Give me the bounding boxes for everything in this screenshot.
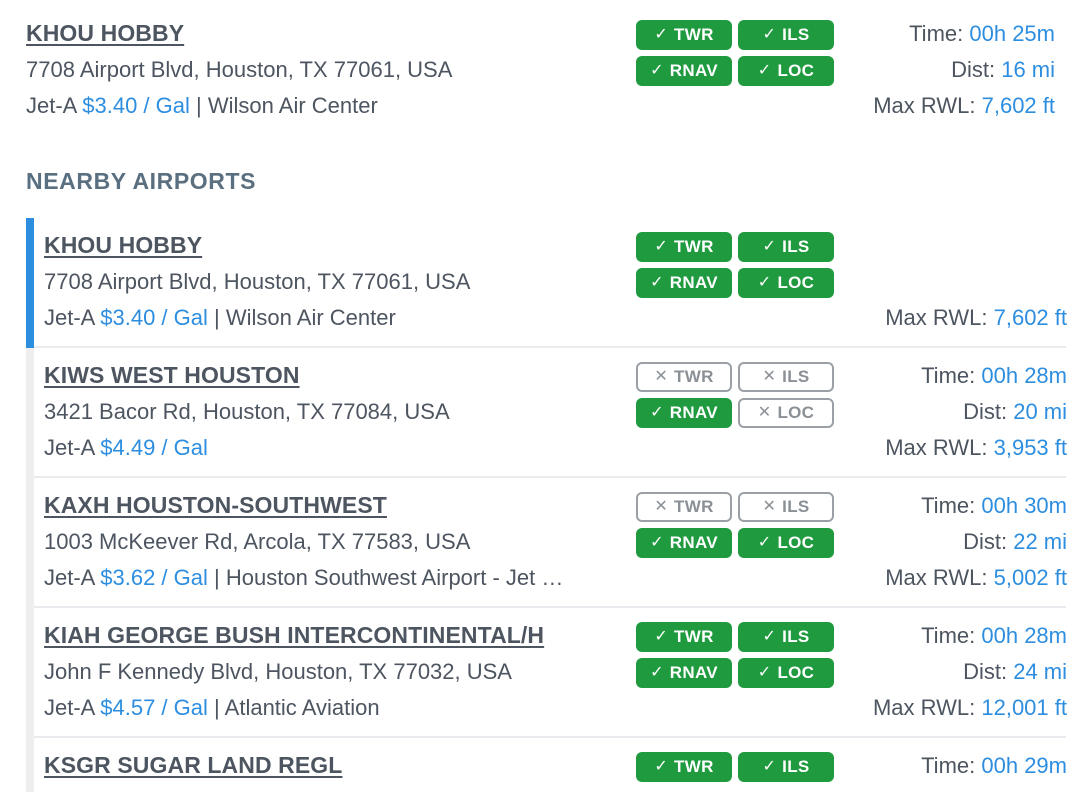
check-icon: ✓ xyxy=(762,628,777,645)
airport-address: 1003 McKeever Rd, Arcola, TX 77583, USA xyxy=(44,529,471,554)
nearby-airport-row[interactable]: KIAH GEORGE BUSH INTERCONTINENTAL/H John… xyxy=(26,608,1067,738)
runway-length-stat: Max RWL: 7,602 ft xyxy=(873,93,1055,118)
check-icon: ✓ xyxy=(654,758,669,775)
check-icon: ✓ xyxy=(650,534,664,551)
time-stat: Time: 00h 29m xyxy=(921,753,1067,778)
fuel-price-link[interactable]: $4.57 / Gal xyxy=(100,695,208,720)
airport-address: 7708 Airport Blvd, Houston, TX 77061, US… xyxy=(26,57,453,82)
fuel-separator: | xyxy=(196,93,202,118)
fbo-name: Wilson Air Center xyxy=(207,93,378,118)
runway-length-stat: Max RWL: 12,001 ft xyxy=(872,695,1067,720)
badge-twr: ✕ TWR xyxy=(636,492,732,522)
check-icon: ✓ xyxy=(650,404,664,421)
check-icon: ✓ xyxy=(762,758,777,775)
fuel-info: Jet-A $3.62 / Gal | Houston Southwest Ai… xyxy=(44,565,564,590)
close-icon: ✕ xyxy=(654,368,669,385)
distance-stat: Dist: 24 mi xyxy=(963,659,1067,684)
nearby-airport-row[interactable]: KIWS WEST HOUSTON 3421 Bacor Rd, Houston… xyxy=(26,348,1067,478)
close-icon: ✕ xyxy=(757,404,772,421)
fuel-type: Jet-A xyxy=(26,93,77,118)
airport-name-link[interactable]: KIAH GEORGE BUSH INTERCONTINENTAL/H xyxy=(44,622,544,649)
check-icon: ✓ xyxy=(762,26,777,43)
airport-name-link[interactable]: KSGR SUGAR LAND REGL xyxy=(44,752,342,779)
badge-loc: ✓ LOC xyxy=(738,658,834,688)
fuel-info: Jet-A $4.57 / Gal | Atlantic Aviation xyxy=(44,695,380,720)
check-icon: ✓ xyxy=(757,274,772,291)
fbo-name: Wilson Air Center xyxy=(225,305,396,330)
badge-rnav: ✓ RNAV xyxy=(636,658,732,688)
badge-loc: ✓ LOC xyxy=(738,268,834,298)
time-stat: Time: 00h 28m xyxy=(921,623,1067,648)
badge-ils: ✓ ILS xyxy=(738,622,834,652)
distance-stat: Dist: 20 mi xyxy=(963,399,1067,424)
distance-stat: Dist: 16 mi xyxy=(951,57,1055,82)
check-icon: ✓ xyxy=(654,628,669,645)
runway-length-stat: Max RWL: 7,602 ft xyxy=(885,305,1067,330)
check-icon: ✓ xyxy=(650,664,664,681)
airport-name-link[interactable]: KIWS WEST HOUSTON xyxy=(44,362,300,389)
time-stat: Time: 00h 25m xyxy=(909,21,1055,46)
airport-address: John F Kennedy Blvd, Houston, TX 77032, … xyxy=(44,659,512,684)
fuel-price-link[interactable]: $3.40 / Gal xyxy=(100,305,208,330)
badge-ils: ✓ ILS xyxy=(738,20,834,50)
badge-rnav: ✓ RNAV xyxy=(636,398,732,428)
badge-loc: ✕ LOC xyxy=(738,398,834,428)
nearby-airport-row[interactable]: KAXH HOUSTON-SOUTHWEST 1003 McKeever Rd,… xyxy=(26,478,1067,608)
fuel-price-link[interactable]: $4.49 / Gal xyxy=(100,435,208,460)
fuel-info: Jet-A $3.40 / Gal | Wilson Air Center xyxy=(44,305,396,330)
badge-loc: ✓ LOC xyxy=(738,528,834,558)
time-stat: Time: 00h 30m xyxy=(921,493,1067,518)
airport-name-link[interactable]: KHOU HOBBY xyxy=(44,232,202,259)
airport-address: 7708 Airport Blvd, Houston, TX 77061, US… xyxy=(44,269,471,294)
close-icon: ✕ xyxy=(762,498,777,515)
time-stat: Time: 00h 28m xyxy=(921,363,1067,388)
badge-twr: ✓ TWR xyxy=(636,752,732,782)
fuel-info: Jet-A $3.40 / Gal | Wilson Air Center xyxy=(26,93,378,119)
section-title: NEARBY AIRPORTS xyxy=(26,168,257,194)
check-icon: ✓ xyxy=(654,238,669,255)
selected-airport-card: KHOU HOBBY 7708 Airport Blvd, Houston, T… xyxy=(0,0,1080,140)
close-icon: ✕ xyxy=(654,498,669,515)
runway-length-stat: Max RWL: 5,002 ft xyxy=(885,565,1067,590)
close-icon: ✕ xyxy=(762,368,777,385)
badge-rnav: ✓ RNAV xyxy=(636,56,732,86)
airport-name-link[interactable]: KAXH HOUSTON-SOUTHWEST xyxy=(44,492,387,519)
fbo-name: Atlantic Aviation xyxy=(224,695,380,720)
badge-twr: ✓ TWR xyxy=(636,20,732,50)
badge-ils: ✓ ILS xyxy=(738,232,834,262)
check-icon: ✓ xyxy=(654,26,669,43)
badge-ils: ✓ ILS xyxy=(738,752,834,782)
fbo-name: Houston Southwest Airport - Jet … xyxy=(225,565,564,590)
badge-twr: ✕ TWR xyxy=(636,362,732,392)
check-icon: ✓ xyxy=(757,664,772,681)
runway-length-stat: Max RWL: 3,953 ft xyxy=(885,435,1067,460)
airport-address: 3421 Bacor Rd, Houston, TX 77084, USA xyxy=(44,399,450,424)
check-icon: ✓ xyxy=(757,534,772,551)
airport-name-link[interactable]: KHOU HOBBY xyxy=(26,20,184,47)
nearby-airport-row[interactable]: KSGR SUGAR LAND REGL ✓ TWR ✓ ILS Time: 00h… xyxy=(26,738,1067,792)
check-icon: ✓ xyxy=(650,62,664,79)
badge-rnav: ✓ RNAV xyxy=(636,528,732,558)
badge-ils: ✕ ILS xyxy=(738,362,834,392)
check-icon: ✓ xyxy=(650,274,664,291)
badge-twr: ✓ TWR xyxy=(636,232,732,262)
nearby-airport-row[interactable]: KHOU HOBBY 7708 Airport Blvd, Houston, T… xyxy=(26,218,1067,348)
fuel-price-link[interactable]: $3.62 / Gal xyxy=(100,565,208,590)
badge-loc: ✓ LOC xyxy=(738,56,834,86)
badge-ils: ✕ ILS xyxy=(738,492,834,522)
fuel-info: Jet-A $4.49 / Gal xyxy=(44,435,208,460)
fuel-price-link[interactable]: $3.40 / Gal xyxy=(82,93,190,118)
badge-rnav: ✓ RNAV xyxy=(636,268,732,298)
check-icon: ✓ xyxy=(757,62,772,79)
distance-stat: Dist: 22 mi xyxy=(963,529,1067,554)
check-icon: ✓ xyxy=(762,238,777,255)
badge-twr: ✓ TWR xyxy=(636,622,732,652)
